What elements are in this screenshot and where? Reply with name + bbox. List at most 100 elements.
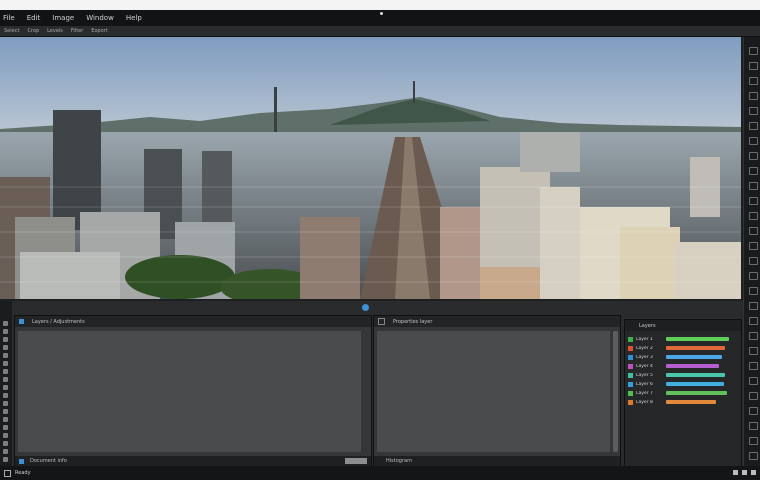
sync-icon[interactable] <box>362 304 369 311</box>
tool-icon[interactable] <box>3 337 8 342</box>
right-panel-footer: Histogram <box>374 456 620 466</box>
adjust-icon[interactable] <box>749 332 758 340</box>
zoom-out-icon[interactable] <box>733 470 738 475</box>
vertical-scrollbar[interactable] <box>613 331 618 452</box>
left-panel-body[interactable] <box>18 331 361 452</box>
channels-icon[interactable] <box>749 302 758 310</box>
layer-label: Layer 1 <box>636 336 653 342</box>
swatch-icon[interactable] <box>749 347 758 355</box>
layer-row[interactable]: Layer 6 <box>628 380 736 388</box>
tool-icon[interactable] <box>3 353 8 358</box>
right-panel-title: Properties layer <box>393 318 433 325</box>
tool-icon[interactable] <box>3 321 8 326</box>
settings-icon[interactable] <box>749 257 758 265</box>
fit-screen-icon[interactable] <box>751 470 756 475</box>
eyedropper-icon[interactable] <box>749 167 758 175</box>
menu-window[interactable]: Window <box>80 10 120 26</box>
layer-row[interactable]: Layer 2 <box>628 344 736 352</box>
tool-icon[interactable] <box>3 377 8 382</box>
color-icon[interactable] <box>749 287 758 295</box>
right-panel-footer-text: Histogram <box>386 458 412 464</box>
menu-edit[interactable]: Edit <box>21 10 47 26</box>
history-icon[interactable] <box>749 242 758 250</box>
tool-export[interactable]: Export <box>87 26 111 36</box>
shape-icon[interactable] <box>749 122 758 130</box>
city-photo <box>0 37 741 299</box>
layer-label: Layer 8 <box>636 399 653 405</box>
menu-bar: File Edit Image Window Help <box>0 10 760 26</box>
horizontal-scrollbar[interactable] <box>345 458 367 464</box>
left-panel-title: Layers / Adjustments <box>32 318 85 325</box>
tool-icon[interactable] <box>3 329 8 334</box>
menu-image[interactable]: Image <box>46 10 80 26</box>
layer-visibility-icon[interactable] <box>628 354 633 360</box>
layer-label: Layer 7 <box>636 390 653 396</box>
layer-label: Layer 5 <box>636 372 653 378</box>
layer-row[interactable]: Layer 5 <box>628 371 736 379</box>
layer-row[interactable]: Layer 3 <box>628 353 736 361</box>
layer-row[interactable]: Layer 7 <box>628 389 736 397</box>
hand-icon[interactable] <box>749 152 758 160</box>
stamp-icon[interactable] <box>749 92 758 100</box>
info-icon[interactable] <box>749 272 758 280</box>
right-panel-body[interactable] <box>377 331 610 452</box>
layer-visibility-icon[interactable] <box>628 336 633 342</box>
tool-levels[interactable]: Levels <box>43 26 67 36</box>
tool-icon[interactable] <box>3 457 8 462</box>
text-icon[interactable] <box>749 107 758 115</box>
panel-checkbox-icon[interactable] <box>378 318 385 325</box>
layer-thumbnail-bar <box>666 337 729 341</box>
layer-visibility-icon[interactable] <box>628 399 633 405</box>
tool-icon[interactable] <box>3 425 8 430</box>
brushes-icon[interactable] <box>749 392 758 400</box>
tool-filter[interactable]: Filter <box>67 26 87 36</box>
lasso-icon[interactable] <box>749 197 758 205</box>
layer-visibility-icon[interactable] <box>628 381 633 387</box>
layer-row[interactable]: Layer 4 <box>628 362 736 370</box>
menu-help[interactable]: Help <box>120 10 148 26</box>
layer-label: Layer 3 <box>636 354 653 360</box>
layers-panel: Layers Layer 1 Layer 2 Layer 3 Layer 4 Layer… <box>624 319 742 468</box>
layer-visibility-icon[interactable] <box>628 363 633 369</box>
navigator-icon[interactable] <box>749 377 758 385</box>
tool-icon[interactable] <box>3 385 8 390</box>
crop-icon[interactable] <box>749 212 758 220</box>
layer-row[interactable]: Layer 1 <box>628 335 736 343</box>
layer-label: Layer 4 <box>636 363 653 369</box>
tool-select[interactable]: Select <box>0 26 23 36</box>
layers-icon[interactable] <box>749 227 758 235</box>
layer-row[interactable]: Layer 8 <box>628 398 736 406</box>
filter-icon[interactable] <box>749 437 758 445</box>
layer-visibility-icon[interactable] <box>628 345 633 351</box>
tool-icon[interactable] <box>3 449 8 454</box>
tool-icon[interactable] <box>3 361 8 366</box>
eraser-icon[interactable] <box>749 77 758 85</box>
tool-icon[interactable] <box>3 409 8 414</box>
left-panel-footer: Document info <box>15 456 371 466</box>
gradient-icon[interactable] <box>749 182 758 190</box>
transform-icon[interactable] <box>749 422 758 430</box>
tool-icon[interactable] <box>3 441 8 446</box>
right-panel-header: Properties layer <box>374 316 620 327</box>
tool-icon[interactable] <box>3 345 8 350</box>
zoom-in-icon[interactable] <box>742 470 747 475</box>
brush-icon[interactable] <box>749 62 758 70</box>
tool-icon[interactable] <box>3 369 8 374</box>
layer-visibility-icon[interactable] <box>628 390 633 396</box>
layer-thumbnail-bar <box>666 391 727 395</box>
zoom-icon[interactable] <box>749 137 758 145</box>
paths-icon[interactable] <box>749 317 758 325</box>
tool-icon[interactable] <box>3 393 8 398</box>
tool-crop[interactable]: Crop <box>23 26 43 36</box>
menu-file[interactable]: File <box>0 10 21 26</box>
tool-icon[interactable] <box>3 401 8 406</box>
move-icon[interactable] <box>749 47 758 55</box>
style-icon[interactable] <box>749 362 758 370</box>
tool-icon[interactable] <box>3 433 8 438</box>
tool-icon[interactable] <box>3 417 8 422</box>
image-canvas[interactable] <box>0 37 741 299</box>
mask-icon[interactable] <box>749 407 758 415</box>
layer-visibility-icon[interactable] <box>628 372 633 378</box>
export-icon[interactable] <box>749 452 758 460</box>
status-text: Ready <box>15 470 31 476</box>
